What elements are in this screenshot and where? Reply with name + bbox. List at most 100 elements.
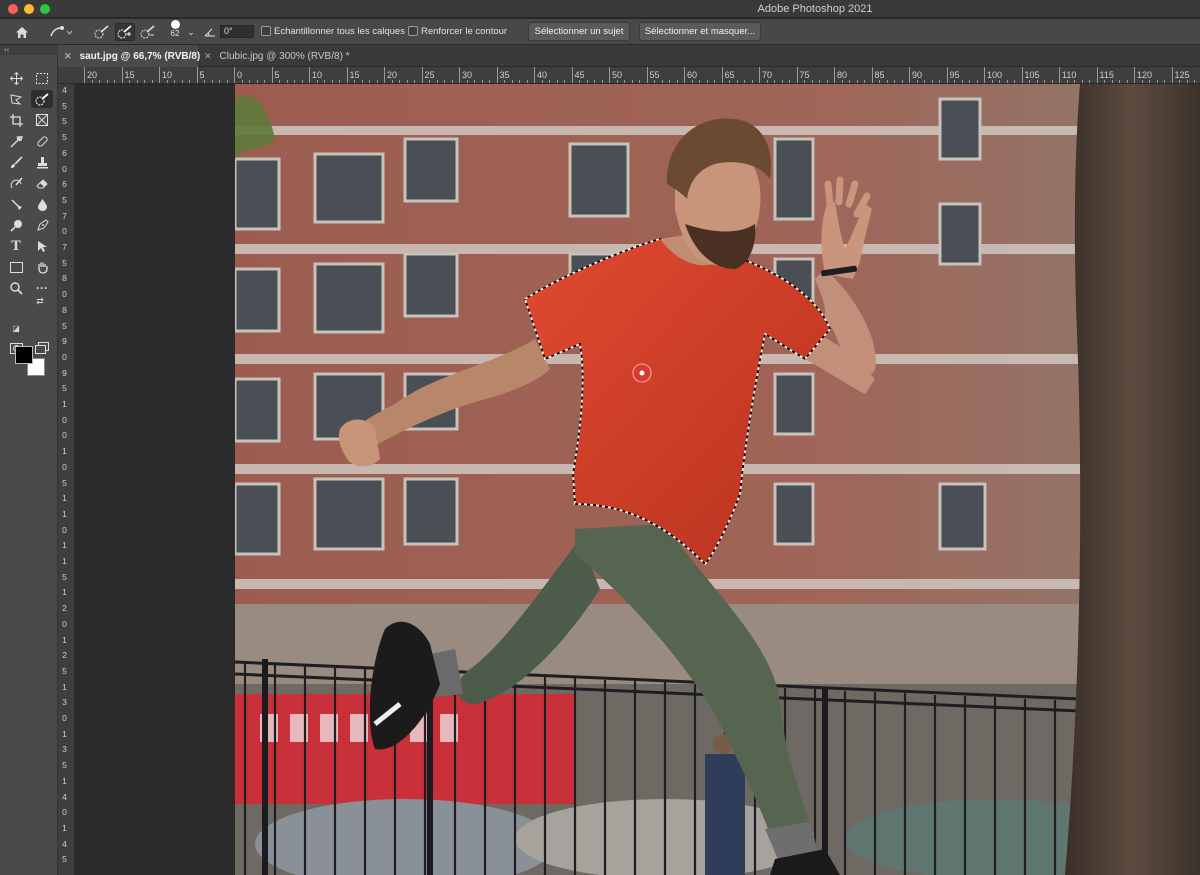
ruler-major-tick: [909, 67, 910, 83]
gradient-tool-icon[interactable]: [5, 195, 27, 213]
horizontal-ruler[interactable]: 20 15 10 5 0 5 10 15 20 25 30 35 40 45 50 55 60 65 70 75 80 8…: [58, 67, 1200, 84]
app-title: Adobe Photoshop 2021: [757, 3, 873, 15]
sample-all-layers-checkbox[interactable]: [261, 26, 271, 36]
ruler-tick-label: 6: [62, 147, 67, 158]
brush-size-picker[interactable]: 62: [166, 20, 184, 38]
ruler-minor-tick: [1179, 80, 1180, 83]
ruler-minor-tick: [1156, 80, 1158, 83]
ruler-minor-tick: [601, 80, 603, 83]
ruler-minor-tick: [549, 80, 550, 83]
dodge-tool-icon[interactable]: [5, 216, 27, 234]
tool-preset-picker[interactable]: [45, 23, 77, 41]
ruler-major-tick: [1096, 67, 1098, 83]
ruler-minor-tick: [466, 80, 468, 83]
close-tab-icon[interactable]: ✕: [204, 51, 212, 62]
chevron-down-icon[interactable]: ⌄: [186, 23, 196, 41]
ruler-tick-label: 15: [124, 70, 135, 80]
select-subject-button[interactable]: Sélectionner un sujet: [528, 22, 630, 41]
ruler-minor-tick: [729, 80, 730, 83]
foreground-color-swatch[interactable]: [15, 346, 33, 364]
new-selection-brush-icon[interactable]: [92, 23, 112, 41]
ruler-minor-tick: [504, 80, 505, 83]
blur-tool-icon[interactable]: [31, 195, 53, 213]
ruler-tick-label: 1: [62, 446, 67, 457]
clone-stamp-tool-icon[interactable]: [31, 153, 53, 171]
history-brush-tool-icon[interactable]: [5, 174, 27, 192]
move-tool-icon[interactable]: [5, 69, 27, 87]
ruler-major-tick: [871, 67, 873, 83]
options-bar: 62 ⌄ 0° Echantillonner tous les calques …: [0, 19, 1200, 45]
ruler-major-tick: [1134, 67, 1135, 83]
document-canvas[interactable]: [235, 84, 1200, 875]
ruler-tick-label: 1: [62, 540, 67, 551]
ruler-tick-label: 5: [62, 665, 67, 676]
healing-brush-tool-icon[interactable]: [31, 132, 53, 150]
ruler-tick-label: 10: [162, 70, 173, 80]
ruler-tick-label: 0: [62, 461, 67, 472]
swap-colors-icon[interactable]: ⇄: [34, 296, 46, 306]
marquee-tool-icon[interactable]: [31, 69, 53, 87]
ruler-minor-tick: [226, 80, 228, 83]
ruler-minor-tick: [736, 80, 738, 83]
tab-clubic[interactable]: ✕ Clubic.jpg @ 300% (RVB/8) *: [198, 45, 358, 67]
ruler-tick-label: 95: [949, 70, 960, 80]
ruler-minor-tick: [594, 80, 595, 83]
ruler-minor-tick: [781, 80, 783, 83]
lasso-tool-icon[interactable]: [5, 90, 27, 108]
default-colors-icon[interactable]: ◪: [11, 323, 21, 333]
ruler-minor-tick: [631, 80, 633, 83]
zoom-tool-icon[interactable]: [5, 279, 27, 297]
brush-tool-icon[interactable]: [5, 153, 27, 171]
rectangle-tool-icon[interactable]: [5, 258, 27, 276]
enhance-edge-checkbox[interactable]: [408, 26, 418, 36]
quick-selection-tool-icon[interactable]: [31, 90, 53, 108]
ruler-major-tick: [459, 67, 460, 83]
ruler-tick-label: 0: [62, 163, 67, 174]
vertical-ruler[interactable]: 4 5 5 5 6 0 6 5 7 0 7 5 8 0 8 5 9 0 9 5 1 0 0 1 0 5 1 1 0 1 1 5 1 2 0 1 2 5 1 3…: [58, 84, 75, 875]
ruler-minor-tick: [1194, 80, 1195, 83]
brush-tip-icon: [170, 20, 180, 29]
frame-tool-icon[interactable]: [31, 111, 53, 129]
ruler-minor-tick: [1014, 80, 1015, 83]
type-tool-icon[interactable]: T: [5, 237, 27, 255]
hand-tool-icon[interactable]: [31, 258, 53, 276]
tab-saut[interactable]: ✕ saut.jpg @ 66,7% (RVB/8): [58, 45, 200, 67]
brush-size-value: 62: [170, 29, 180, 38]
toolbar-collapse-button[interactable]: ‹‹: [0, 45, 58, 55]
ruler-minor-tick: [331, 80, 333, 83]
ruler-minor-tick: [151, 80, 153, 83]
ruler-minor-tick: [1066, 80, 1068, 83]
ruler-minor-tick: [864, 80, 865, 83]
screen-mode-icon[interactable]: [31, 339, 53, 357]
ruler-minor-tick: [1051, 80, 1053, 83]
ruler-tick-label: 0: [62, 807, 67, 818]
ruler-major-tick: [384, 67, 385, 83]
select-and-mask-button[interactable]: Sélectionner et masquer...: [639, 22, 761, 41]
add-to-selection-brush-icon[interactable]: [115, 23, 135, 41]
ruler-tick-label: 3: [62, 744, 67, 755]
ruler-minor-tick: [1029, 80, 1030, 83]
ruler-minor-tick: [856, 80, 858, 83]
home-icon[interactable]: [10, 23, 34, 41]
path-selection-tool-icon[interactable]: [31, 237, 53, 255]
pen-tool-icon[interactable]: [31, 216, 53, 234]
crop-tool-icon[interactable]: [5, 111, 27, 129]
ruler-minor-tick: [1141, 80, 1143, 83]
ruler-minor-tick: [489, 80, 490, 83]
more-tools-icon[interactable]: ···: [31, 279, 53, 297]
angle-input[interactable]: 0°: [220, 25, 254, 38]
ruler-minor-tick: [361, 80, 363, 83]
ruler-minor-tick: [519, 80, 520, 83]
ruler-tick-label: 1: [62, 587, 67, 598]
ruler-minor-tick: [924, 80, 925, 83]
eyedropper-tool-icon[interactable]: [5, 132, 27, 150]
close-tab-icon[interactable]: ✕: [64, 51, 72, 62]
ruler-major-tick: [271, 67, 273, 83]
ruler-minor-tick: [204, 80, 205, 83]
subtract-from-selection-brush-icon[interactable]: [138, 23, 158, 41]
ruler-tick-label: 30: [462, 70, 473, 80]
ruler-tick-label: 5: [62, 383, 67, 394]
eraser-tool-icon[interactable]: [31, 174, 53, 192]
ruler-tick-label: 4: [62, 838, 67, 849]
ruler-minor-tick: [511, 80, 513, 83]
